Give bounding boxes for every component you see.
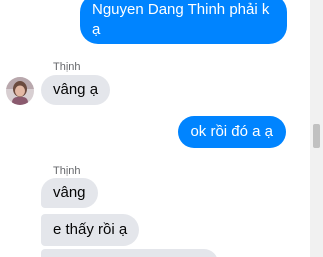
incoming-message-bubble[interactable] bbox=[41, 249, 218, 257]
sender-name: Thịnh bbox=[53, 61, 81, 73]
scrollbar-thumb[interactable] bbox=[313, 124, 320, 148]
message-text: ok rồi đó a ạ bbox=[190, 123, 273, 140]
scrollbar[interactable] bbox=[310, 0, 323, 257]
outgoing-message-bubble[interactable]: ok rồi đó a ạ bbox=[178, 116, 286, 148]
message-text: e thấy rồi ạ bbox=[53, 221, 128, 238]
incoming-message-bubble[interactable]: vâng bbox=[41, 178, 98, 208]
incoming-message-bubble[interactable]: e thấy rồi ạ bbox=[41, 214, 140, 246]
contact-avatar-icon[interactable] bbox=[6, 77, 34, 105]
outgoing-message-bubble[interactable]: Nguyen Dang Thinh phải k ạ bbox=[80, 0, 287, 44]
message-text: vâng bbox=[53, 184, 86, 201]
message-text-line: Nguyen Dang Thinh phải k bbox=[92, 1, 270, 18]
incoming-message-bubble[interactable]: vâng ạ bbox=[41, 75, 111, 105]
message-text: vâng ạ bbox=[53, 81, 99, 98]
sender-name: Thịnh bbox=[53, 165, 81, 177]
message-text-line: ạ bbox=[92, 21, 101, 38]
chat-conversation: Nguyen Dang Thinh phải k ạ Thịnh vâng ạ … bbox=[0, 0, 323, 257]
avatar-image bbox=[6, 77, 34, 105]
